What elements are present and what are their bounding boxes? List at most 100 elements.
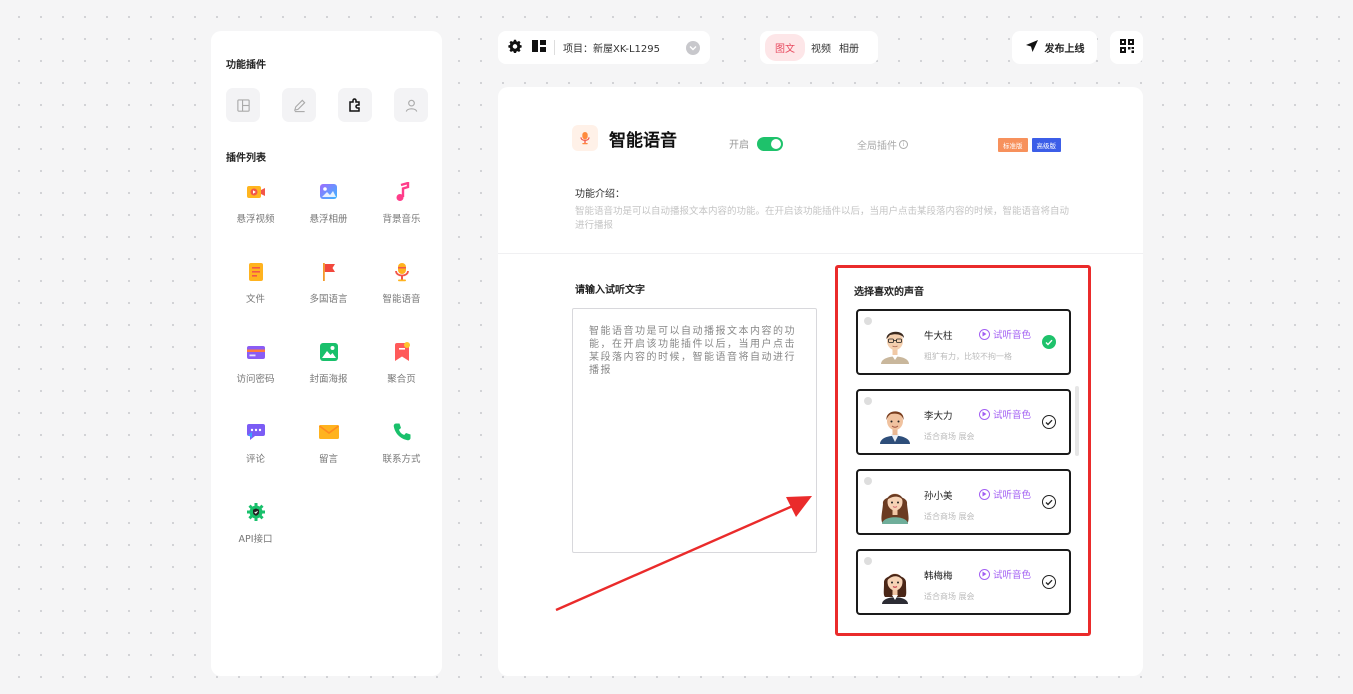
album-icon bbox=[318, 181, 340, 203]
voice-selection-box: 选择喜欢的声音 牛大柱 试听音色 粗犷有力，比较不拘一格 李大力 试听音色 适合… bbox=[835, 265, 1091, 636]
voice-name: 牛大柱 bbox=[924, 331, 953, 342]
try-voice-label: 试听音色 bbox=[993, 570, 1032, 581]
plugin-floating-video[interactable]: 悬浮视频 bbox=[219, 181, 292, 261]
check-selected-icon[interactable] bbox=[1042, 335, 1056, 349]
check-unselected-icon[interactable] bbox=[1042, 495, 1056, 509]
plugin-label: 聚合页 bbox=[387, 374, 416, 385]
chevron-down-icon[interactable] bbox=[686, 40, 700, 55]
try-voice-button[interactable]: 试听音色 bbox=[979, 567, 1031, 581]
tab-image-text[interactable]: 图文 bbox=[765, 34, 805, 61]
try-voice-label: 试听音色 bbox=[993, 330, 1032, 341]
plugin-cover-poster[interactable]: 封面海报 bbox=[292, 341, 365, 421]
plugin-sidebar: 功能插件 插件列表 悬浮视频 悬浮相册 背景音乐 文件 多国语言 智能语音 访问… bbox=[211, 31, 442, 676]
plugin-label: API接口 bbox=[238, 534, 273, 545]
project-name: 项目：新屋XK-L1295 bbox=[554, 40, 660, 55]
plugin-api[interactable]: API接口 bbox=[219, 501, 292, 581]
voice-list-scrollbar[interactable] bbox=[1075, 386, 1079, 456]
plugin-message[interactable]: 留言 bbox=[292, 421, 365, 501]
bookmark-icon bbox=[391, 341, 413, 363]
divider bbox=[498, 253, 1143, 254]
plugin-label: 封面海报 bbox=[309, 374, 348, 385]
check-unselected-icon[interactable] bbox=[1042, 575, 1056, 589]
plugin-background-music[interactable]: 背景音乐 bbox=[365, 181, 438, 261]
status-dot bbox=[864, 557, 872, 565]
try-voice-button[interactable]: 试听音色 bbox=[979, 407, 1031, 421]
plugin-floating-album[interactable]: 悬浮相册 bbox=[292, 181, 365, 261]
poster-icon bbox=[318, 341, 340, 363]
voice-card-sun-xiaomei[interactable]: 孙小美 试听音色 适合商场 展会 bbox=[856, 469, 1071, 535]
plugin-label: 悬浮视频 bbox=[236, 214, 275, 225]
function-plugin-icons bbox=[226, 88, 428, 122]
gear-shield-icon bbox=[245, 501, 267, 523]
enable-switch[interactable] bbox=[757, 136, 783, 151]
status-dot bbox=[864, 317, 872, 325]
plugin-label: 留言 bbox=[318, 454, 338, 465]
status-dot bbox=[864, 397, 872, 405]
try-voice-button[interactable]: 试听音色 bbox=[979, 327, 1031, 341]
play-icon bbox=[979, 488, 990, 500]
voice-desc: 适合商场 展会 bbox=[924, 432, 975, 441]
plugin-contact[interactable]: 联系方式 bbox=[365, 421, 438, 501]
play-icon bbox=[979, 568, 990, 580]
intro-title: 功能介绍： bbox=[575, 189, 625, 200]
plugin-comments[interactable]: 评论 bbox=[219, 421, 292, 501]
feature-title: 智能语音 bbox=[609, 130, 677, 151]
phone-icon bbox=[391, 421, 413, 443]
badge-advanced: 高级版 bbox=[1031, 138, 1061, 152]
plugin-label: 评论 bbox=[245, 454, 265, 465]
plugin-aggregate-page[interactable]: 聚合页 bbox=[365, 341, 438, 421]
layout-grid-icon[interactable] bbox=[532, 38, 546, 57]
plugin-label: 联系方式 bbox=[382, 454, 421, 465]
plugin-list-title: 插件列表 bbox=[226, 153, 266, 164]
tab-album[interactable]: 相册 bbox=[837, 36, 865, 59]
voice-card-li-dali[interactable]: 李大力 试听音色 适合商场 展会 bbox=[856, 389, 1071, 455]
try-voice-label: 试听音色 bbox=[993, 410, 1032, 421]
info-icon[interactable]: i bbox=[899, 140, 908, 149]
layout-icon[interactable] bbox=[226, 88, 260, 122]
voice-name: 孙小美 bbox=[924, 491, 953, 502]
status-dot bbox=[864, 477, 872, 485]
check-unselected-icon[interactable] bbox=[1042, 415, 1056, 429]
mic-icon bbox=[391, 261, 413, 283]
play-icon bbox=[979, 328, 990, 340]
plugin-smart-voice[interactable]: 智能语音 bbox=[365, 261, 438, 341]
tab-video[interactable]: 视频 bbox=[805, 36, 837, 59]
puzzle-icon[interactable] bbox=[338, 88, 372, 122]
qr-code-icon bbox=[1119, 38, 1134, 57]
send-icon bbox=[1025, 39, 1039, 56]
plugin-access-password[interactable]: 访问密码 bbox=[219, 341, 292, 421]
publish-button[interactable]: 发布上线 bbox=[1012, 31, 1097, 64]
qr-code-button[interactable] bbox=[1110, 31, 1143, 64]
intro-text: 智能语音功是可以自动播报文本内容的功能。在开启该功能插件以后，当用户点击某段落内… bbox=[575, 206, 1070, 231]
try-voice-button[interactable]: 试听音色 bbox=[979, 487, 1031, 501]
plugin-label: 智能语音 bbox=[382, 294, 421, 305]
edit-icon[interactable] bbox=[282, 88, 316, 122]
gear-icon[interactable] bbox=[508, 38, 522, 57]
project-bar: 项目：新屋XK-L1295 bbox=[498, 31, 710, 64]
voice-desc: 适合商场 展会 bbox=[924, 592, 975, 601]
global-plugin-text: 全局插件 bbox=[857, 141, 897, 152]
plugin-file[interactable]: 文件 bbox=[219, 261, 292, 341]
music-icon bbox=[391, 181, 413, 203]
plugin-label: 多国语言 bbox=[309, 294, 348, 305]
mail-icon bbox=[318, 421, 340, 443]
user-icon[interactable] bbox=[394, 88, 428, 122]
avatar bbox=[882, 573, 908, 604]
video-icon bbox=[245, 181, 267, 203]
plugin-multi-language[interactable]: 多国语言 bbox=[292, 261, 365, 341]
voice-card-han-meimei[interactable]: 韩梅梅 试听音色 适合商场 展会 bbox=[856, 549, 1071, 615]
global-plugin-label: 全局插件 i bbox=[857, 137, 908, 152]
enable-toggle-group: 开启 bbox=[729, 136, 783, 151]
plugin-label: 悬浮相册 bbox=[309, 214, 348, 225]
mode-tabs: 图文 视频 相册 bbox=[760, 31, 878, 64]
badge-standard: 标准版 bbox=[998, 138, 1028, 152]
avatar bbox=[881, 493, 909, 524]
avatar bbox=[881, 331, 909, 364]
voice-card-niu-dazhu[interactable]: 牛大柱 试听音色 粗犷有力，比较不拘一格 bbox=[856, 309, 1071, 375]
mic-icon bbox=[572, 125, 598, 151]
annotation-arrow-icon bbox=[555, 496, 812, 612]
listen-title: 请输入试听文字 bbox=[575, 285, 645, 296]
plugin-label: 访问密码 bbox=[236, 374, 275, 385]
function-plugins-title: 功能插件 bbox=[226, 60, 266, 71]
voice-name: 韩梅梅 bbox=[924, 571, 953, 582]
